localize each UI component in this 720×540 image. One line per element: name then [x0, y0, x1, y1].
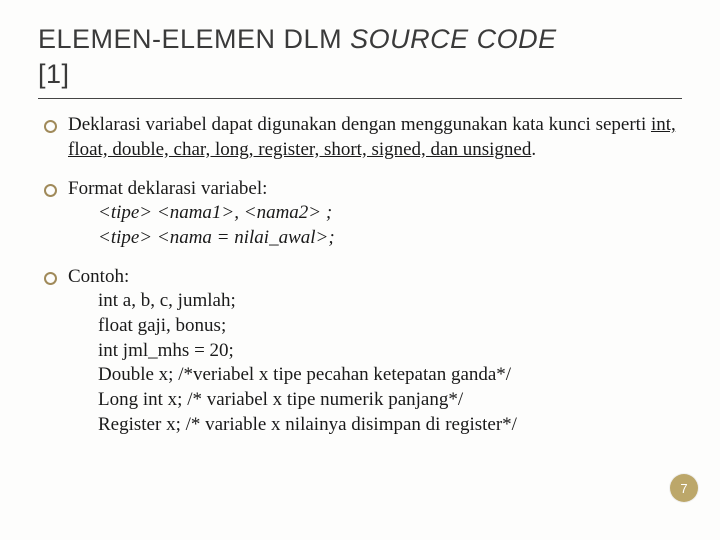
- bullet-3-sub-1: int a, b, c, jumlah;: [98, 289, 682, 314]
- bullet-3-sub-6: Register x; /* variable x nilainya disim…: [98, 413, 682, 438]
- page-number: 7: [680, 481, 687, 496]
- bullet-list: Deklarasi variabel dapat digunakan denga…: [38, 113, 682, 437]
- bullet-3-text: Contoh:: [68, 266, 129, 287]
- slide-content: ELEMEN-ELEMEN DLM SOURCE CODE [1] Deklar…: [0, 0, 720, 471]
- title-part2: [1]: [38, 59, 70, 89]
- bullet-2-sub-2: <tipe> <nama = nilai_awal>;: [98, 226, 682, 251]
- bullet-3: Contoh: int a, b, c, jumlah; float gaji,…: [42, 265, 682, 438]
- bullet-1-end: .: [531, 139, 536, 160]
- bullet-1-text: Deklarasi variabel dapat digunakan denga…: [68, 114, 651, 135]
- bullet-3-sub-4: Double x; /*veriabel x tipe pecahan kete…: [98, 363, 682, 388]
- bullet-3-sub: int a, b, c, jumlah; float gaji, bonus; …: [68, 289, 682, 437]
- title-part1: ELEMEN-ELEMEN DLM: [38, 24, 350, 54]
- page-number-badge: 7: [670, 474, 698, 502]
- bullet-1: Deklarasi variabel dapat digunakan denga…: [42, 113, 682, 162]
- bullet-3-sub-5: Long int x; /* variabel x tipe numerik p…: [98, 388, 682, 413]
- bullet-2-text: Format deklarasi variabel:: [68, 178, 267, 199]
- title-italic: SOURCE CODE: [350, 24, 557, 54]
- bullet-2-sub: <tipe> <nama1>, <nama2> ; <tipe> <nama =…: [68, 201, 682, 250]
- bullet-3-sub-3: int jml_mhs = 20;: [98, 339, 682, 364]
- bullet-2-sub-1: <tipe> <nama1>, <nama2> ;: [98, 201, 682, 226]
- bullet-2: Format deklarasi variabel: <tipe> <nama1…: [42, 177, 682, 251]
- bullet-3-sub-2: float gaji, bonus;: [98, 314, 682, 339]
- slide-title: ELEMEN-ELEMEN DLM SOURCE CODE [1]: [38, 22, 682, 99]
